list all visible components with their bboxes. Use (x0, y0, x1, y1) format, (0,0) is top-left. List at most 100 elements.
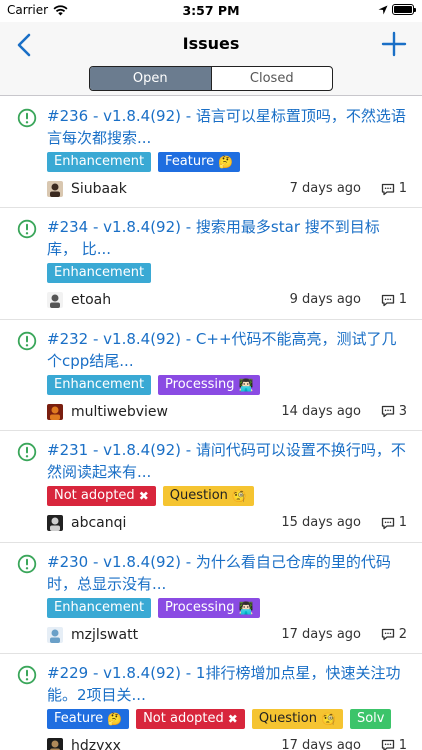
label-text: Question (169, 488, 228, 504)
label-text: Processing (165, 599, 235, 615)
avatar[interactable] (47, 292, 63, 309)
label-list: Enhancement Processing 👨🏻‍💻 (47, 374, 261, 395)
issue-date: 17 days ago (281, 737, 361, 750)
avatar[interactable] (47, 181, 63, 197)
state-segmented-control: Open Closed (89, 66, 333, 91)
avatar[interactable] (47, 515, 63, 532)
issue-label: Feature 🤔 (47, 708, 130, 729)
issue-title[interactable]: #234 - v1.8.4(92) - 搜索用最多star 搜不到目标库， 比.… (47, 216, 407, 260)
avatar[interactable] (47, 403, 63, 420)
label-emoji-icon: ✖ (138, 489, 149, 504)
comment-icon (381, 517, 394, 529)
issue-date: 15 days ago (281, 515, 361, 531)
label-text: Enhancement (54, 599, 145, 615)
comment-count-value: 1 (398, 737, 407, 750)
issue-label: Enhancement (47, 152, 152, 172)
label-list: Not adopted ✖ Question 🧐 (47, 486, 254, 507)
issue-date: 9 days ago (289, 292, 361, 308)
issue-meta: etoah 9 days ago 1 (47, 290, 407, 310)
issue-meta: multiwebview 14 days ago 3 (47, 402, 407, 422)
comment-icon (381, 406, 394, 418)
issue-label: Enhancement (47, 263, 152, 284)
username[interactable]: etoah (71, 290, 111, 310)
issue-open-icon (17, 220, 37, 239)
comment-icon (381, 294, 394, 307)
issue-date: 17 days ago (281, 626, 361, 642)
label-list: Enhancement Processing 👨🏻‍💻 (47, 597, 261, 618)
label-text: Feature (54, 710, 104, 726)
battery-fill (394, 6, 412, 13)
comment-count-value: 1 (398, 292, 407, 308)
issue-label: Question 🧐 (251, 708, 343, 729)
issue-row[interactable]: #236 - v1.8.4(92) - 语言可以星标置顶吗，不然选语言每次都搜索… (0, 97, 422, 209)
issue-row[interactable]: #229 - v1.8.4(92) - 1排行榜增加点星，快速关注功能。2项目关… (0, 654, 422, 750)
status-right (378, 4, 416, 15)
label-emoji-icon: 👨🏻‍💻 (238, 600, 254, 615)
issue-row[interactable]: #230 - v1.8.4(92) - 为什么看自己仓库的里的代码时，总显示没有… (0, 543, 422, 654)
comment-count-value: 2 (398, 626, 407, 642)
label-text: Enhancement (54, 154, 145, 169)
comment-count: 1 (381, 290, 407, 310)
issue-meta: mzjlswatt 17 days ago 2 (47, 625, 407, 645)
label-emoji-icon: 🧐 (320, 711, 336, 726)
status-bar: Carrier 3:57 PM (0, 0, 422, 22)
issue-open-icon (17, 108, 37, 128)
comment-count-value: 1 (398, 181, 407, 196)
issue-meta: abcanqi 15 days ago 1 (47, 513, 407, 533)
issue-label: Solv (349, 708, 392, 729)
label-text: Feature (165, 154, 215, 169)
label-list: Enhancement (47, 263, 152, 284)
navigation-bar: Issues Open Closed (0, 22, 422, 96)
issue-label: Not adopted ✖ (136, 708, 245, 729)
label-text: Enhancement (54, 265, 145, 281)
label-emoji-icon: 👨🏻‍💻 (238, 377, 254, 392)
issue-date: 7 days ago (289, 181, 361, 196)
username[interactable]: mzjlswatt (71, 625, 138, 645)
issue-row[interactable]: #234 - v1.8.4(92) - 搜索用最多star 搜不到目标库， 比.… (0, 208, 422, 320)
issue-meta: Siubaak 7 days ago 1 (47, 179, 407, 199)
page-title: Issues (182, 34, 240, 53)
username[interactable]: abcanqi (71, 513, 126, 533)
status-time: 3:57 PM (182, 3, 240, 18)
label-emoji-icon: ✖ (227, 711, 238, 726)
username[interactable]: multiwebview (71, 402, 168, 422)
comment-count: 1 (381, 736, 407, 750)
label-emoji-icon: 🧐 (231, 489, 247, 504)
issue-open-icon (17, 554, 37, 573)
issue-row[interactable]: #232 - v1.8.4(92) - C++代码不能高亮，测试了几个cpp结尾… (0, 320, 422, 432)
issue-title[interactable]: #230 - v1.8.4(92) - 为什么看自己仓库的里的代码时，总显示没有… (47, 551, 407, 595)
label-emoji-icon: 🤔 (218, 155, 234, 169)
label-text: Not adopted (54, 488, 135, 504)
issue-label: Question 🧐 (162, 486, 254, 507)
label-list: Feature 🤔 Not adopted ✖ Question 🧐 Solv (47, 708, 392, 729)
avatar[interactable] (47, 737, 63, 750)
issue-title[interactable]: #229 - v1.8.4(92) - 1排行榜增加点星，快速关注功能。2项目关… (47, 662, 407, 706)
issue-label: Processing 👨🏻‍💻 (158, 374, 261, 395)
username[interactable]: Siubaak (71, 179, 127, 199)
issue-title[interactable]: #236 - v1.8.4(92) - 语言可以星标置顶吗，不然选语言每次都搜索… (47, 105, 407, 149)
issue-list: #236 - v1.8.4(92) - 语言可以星标置顶吗，不然选语言每次都搜索… (0, 97, 422, 750)
comment-count: 3 (381, 402, 407, 422)
issue-row[interactable]: #231 - v1.8.4(92) - 请问代码可以设置不换行吗，不然阅读起来有… (0, 431, 422, 543)
comment-count: 1 (381, 179, 407, 199)
issue-label: Processing 👨🏻‍💻 (158, 597, 261, 618)
comment-icon (381, 183, 394, 195)
label-text: Not adopted (143, 710, 224, 726)
issue-title[interactable]: #232 - v1.8.4(92) - C++代码不能高亮，测试了几个cpp结尾… (47, 328, 407, 372)
avatar[interactable] (47, 626, 63, 643)
battery-icon (392, 4, 416, 15)
segment-closed[interactable]: Closed (210, 67, 333, 90)
label-text: Enhancement (54, 376, 145, 392)
issue-label: Not adopted ✖ (47, 486, 156, 507)
segment-open[interactable]: Open (90, 67, 211, 90)
issue-label: Enhancement (47, 597, 152, 618)
comment-count-value: 3 (398, 403, 407, 419)
plus-icon[interactable] (380, 30, 408, 58)
label-text: Question (258, 710, 317, 726)
comment-icon (381, 628, 394, 641)
issue-title[interactable]: #231 - v1.8.4(92) - 请问代码可以设置不换行吗，不然阅读起来有… (47, 439, 407, 483)
issue-date: 14 days ago (281, 403, 361, 419)
label-list: Enhancement Feature 🤔 (47, 152, 241, 172)
label-text: Processing (165, 376, 235, 392)
username[interactable]: hdzyxx (71, 736, 121, 750)
